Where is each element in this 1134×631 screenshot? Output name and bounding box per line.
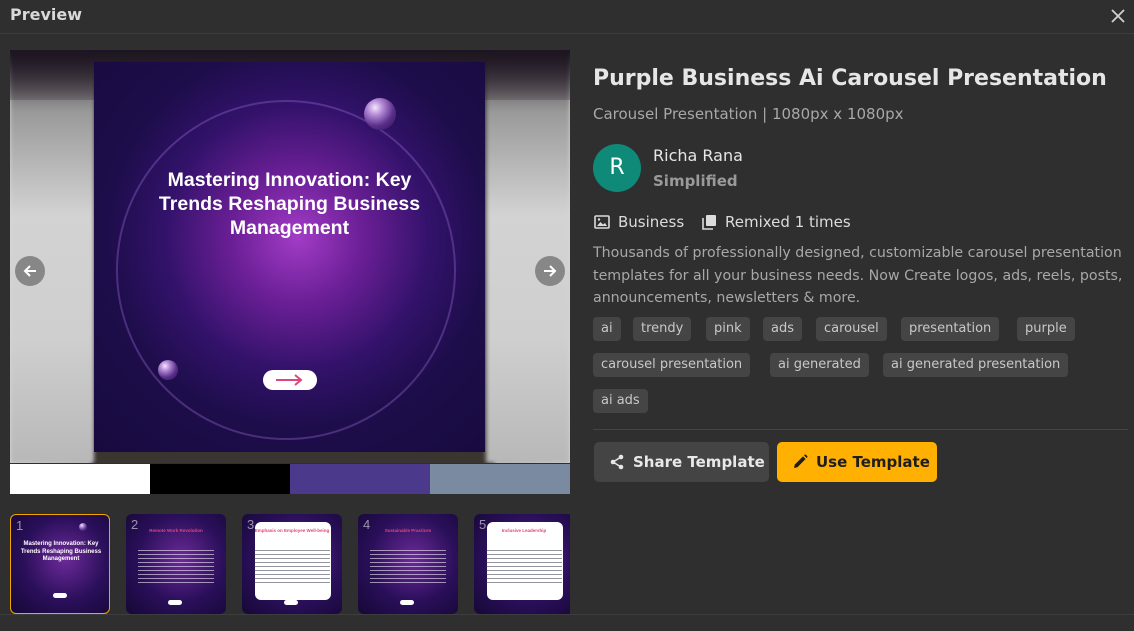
thumbnail-title: Mastering Innovation: Key Trends Reshapi… (20, 541, 102, 562)
tag-ai-generated[interactable]: ai generated (770, 353, 869, 377)
template-description: Thousands of professionally designed, cu… (593, 245, 1123, 306)
author-org: Simplified (653, 172, 738, 190)
thumb-pill (400, 600, 414, 605)
tag-presentation[interactable]: presentation (901, 317, 1000, 341)
template-preview: Mastering Innovation: Key Trends Reshapi… (10, 50, 570, 463)
thumb-orb (79, 523, 87, 531)
preview-backdrop-right (486, 50, 570, 463)
template-title: Purple Business Ai Carousel Presentation (593, 66, 1107, 91)
share-template-button[interactable]: Share Template (594, 442, 769, 482)
palette-swatch[interactable] (10, 464, 150, 494)
image-icon (594, 215, 610, 229)
slide-next-pill (263, 370, 317, 390)
modal-header: Preview (0, 0, 1134, 34)
thumb-pill (284, 600, 298, 605)
slide-thumbnail-3[interactable]: 3 Emphasis on Employee Well-being (242, 514, 342, 614)
palette-swatch[interactable] (430, 464, 570, 494)
pencil-icon (794, 454, 808, 468)
thumb-pill (53, 593, 67, 598)
palette-swatch[interactable] (290, 464, 430, 494)
share-icon (610, 454, 624, 470)
avatar[interactable]: R (593, 144, 641, 192)
divider (593, 429, 1128, 430)
thumbnail-title: Sustainable Practices (384, 528, 432, 533)
tag-ads[interactable]: ads (763, 317, 802, 341)
orb-large (364, 98, 396, 130)
thumbnail-title: Emphasis on Employee Well-being (254, 528, 330, 533)
category-meta: Business (594, 212, 684, 232)
author-name[interactable]: Richa Rana (653, 146, 743, 165)
tag-ai-ads[interactable]: ai ads (593, 389, 648, 413)
use-template-label: Use Template (816, 453, 930, 471)
remix-meta: Remixed 1 times (702, 212, 851, 232)
prev-slide-button[interactable] (15, 256, 45, 286)
tag-ai[interactable]: ai (593, 317, 621, 341)
slide-thumbnail-2[interactable]: 2 Remote Work Revolution (126, 514, 226, 614)
tag-pink[interactable]: pink (706, 317, 750, 341)
slide-title: Mastering Innovation: Key Trends Reshapi… (158, 169, 421, 239)
tag-purple[interactable]: purple (1017, 317, 1075, 341)
thumbnail-title: Inclusive Leadership (501, 528, 547, 533)
thumbnail-text (254, 550, 330, 586)
thumb-pill (168, 600, 182, 605)
color-palette (10, 464, 570, 494)
orb-small (158, 360, 178, 380)
slide-thumbnails: 1 Mastering Innovation: Key Trends Resha… (10, 514, 570, 614)
tag-carousel[interactable]: carousel (816, 317, 887, 341)
arrow-left-icon (23, 265, 36, 277)
tag-ai-generated-presentation[interactable]: ai generated presentation (883, 353, 1069, 377)
thumbnail-text (486, 550, 562, 586)
category-label: Business (618, 213, 685, 231)
tag-carousel-presentation[interactable]: carousel presentation (593, 353, 751, 377)
thumbnail-text (370, 550, 446, 586)
modal-title: Preview (10, 5, 83, 24)
thumbnail-text (138, 550, 214, 586)
palette-swatch[interactable] (150, 464, 290, 494)
thumbnail-number: 1 (16, 518, 24, 533)
close-icon[interactable] (1108, 6, 1128, 26)
slide-thumbnail-5[interactable]: 5 Inclusive Leadership (474, 514, 570, 614)
use-template-button[interactable]: Use Template (777, 442, 937, 482)
thumbnail-title: Remote Work Revolution (149, 528, 203, 533)
tag-trendy[interactable]: trendy (633, 317, 692, 341)
template-subtitle: Carousel Presentation | 1080px x 1080px (593, 105, 904, 123)
slide-thumbnail-4[interactable]: 4 Sustainable Practices (358, 514, 458, 614)
remix-count: Remixed 1 times (725, 213, 851, 231)
bottom-divider (0, 614, 1134, 615)
copy-icon (702, 215, 716, 230)
share-template-label: Share Template (633, 453, 765, 471)
preview-modal: Preview Mastering Innovation: Key Trends… (0, 0, 1134, 631)
arrow-right-icon (544, 265, 557, 277)
slide-canvas: Mastering Innovation: Key Trends Reshapi… (94, 62, 485, 452)
next-slide-button[interactable] (535, 256, 565, 286)
slide-thumbnail-1[interactable]: 1 Mastering Innovation: Key Trends Resha… (10, 514, 110, 614)
